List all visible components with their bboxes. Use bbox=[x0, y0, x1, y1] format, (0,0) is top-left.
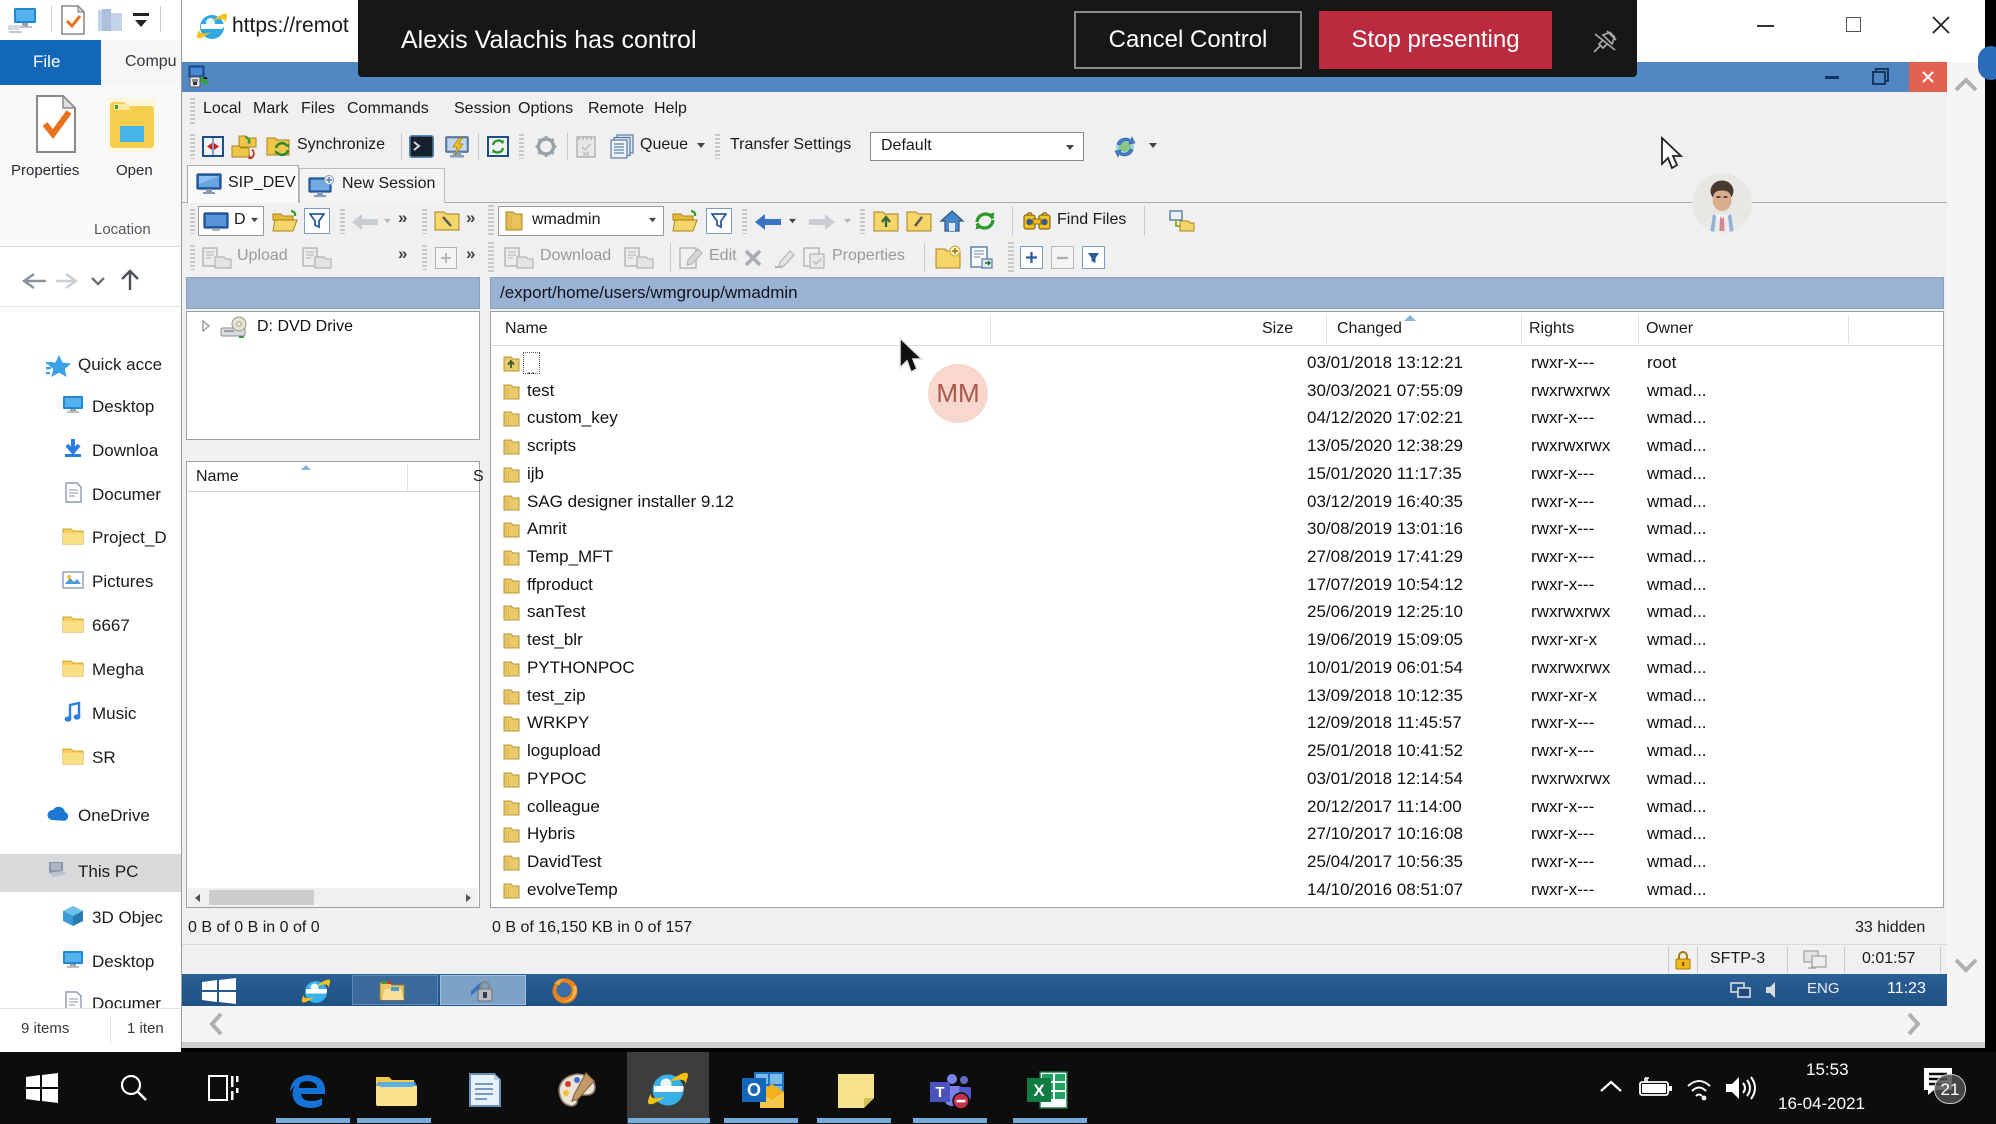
svg-text:O: O bbox=[747, 1080, 761, 1100]
svg-text:X: X bbox=[1033, 1081, 1045, 1100]
svg-text:T: T bbox=[935, 1084, 944, 1101]
